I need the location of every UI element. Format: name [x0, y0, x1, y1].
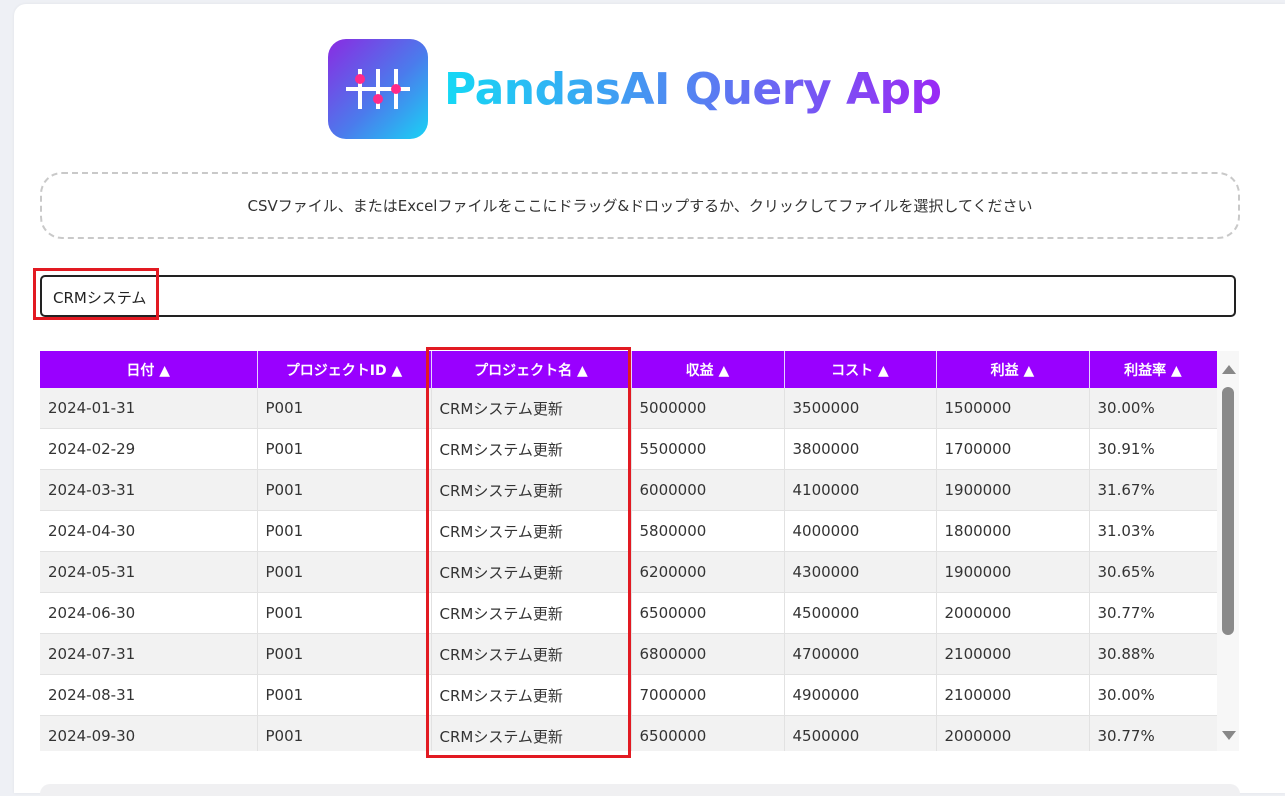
- table-cell: 2024-05-31: [40, 551, 258, 593]
- table-cell: 4500000: [784, 715, 937, 751]
- table-cell: 6800000: [631, 633, 785, 675]
- table-row[interactable]: 2024-06-30 P001 CRMシステム更新 6500000 4500000 200…: [40, 592, 1217, 634]
- table-cell: 1700000: [936, 428, 1090, 470]
- column-header[interactable]: 日付 ▲: [40, 351, 258, 388]
- table-body: 2024-01-31 P001 CRMシステム更新 5000000 3500000 150…: [40, 388, 1217, 751]
- table-header-row: 日付 ▲ プロジェクトID ▲ プロジェクト名 ▲ 収益 ▲ コスト ▲ 利益 ▲ 利益率 …: [40, 351, 1217, 388]
- table-cell: 6500000: [631, 592, 785, 634]
- table-cell: CRMシステム更新: [431, 551, 632, 593]
- table-cell: 2024-02-29: [40, 428, 258, 470]
- table-cell: 1900000: [936, 551, 1090, 593]
- table-row[interactable]: 2024-09-30 P001 CRMシステム更新 6500000 4500000 200…: [40, 715, 1217, 751]
- table-cell: P001: [257, 592, 432, 634]
- table-cell: 30.91%: [1089, 428, 1217, 470]
- table-cell: 4100000: [784, 469, 937, 511]
- table-cell: CRMシステム更新: [431, 510, 632, 552]
- table-cell: 31.67%: [1089, 469, 1217, 511]
- data-table: 日付 ▲ プロジェクトID ▲ プロジェクト名 ▲ 収益 ▲ コスト ▲ 利益 ▲ 利益率 …: [40, 351, 1217, 751]
- table-cell: CRMシステム更新: [431, 388, 632, 429]
- table-cell: 5500000: [631, 428, 785, 470]
- table-row[interactable]: 2024-07-31 P001 CRMシステム更新 6800000 4700000 210…: [40, 633, 1217, 675]
- table-cell: 30.00%: [1089, 388, 1217, 429]
- table-cell: P001: [257, 469, 432, 511]
- table-cell: 6200000: [631, 551, 785, 593]
- table-cell: CRMシステム更新: [431, 633, 632, 675]
- table-cell: CRMシステム更新: [431, 674, 632, 716]
- table-row[interactable]: 2024-02-29 P001 CRMシステム更新 5500000 3800000 170…: [40, 428, 1217, 470]
- scroll-down-icon[interactable]: [1222, 731, 1236, 740]
- table-cell: 4300000: [784, 551, 937, 593]
- table-cell: 31.03%: [1089, 510, 1217, 552]
- table-cell: 30.65%: [1089, 551, 1217, 593]
- column-header[interactable]: コスト ▲: [784, 351, 937, 388]
- table-cell: 4900000: [784, 674, 937, 716]
- table-cell: 3800000: [784, 428, 937, 470]
- table-cell: 4700000: [784, 633, 937, 675]
- table-cell: 5000000: [631, 388, 785, 429]
- column-header[interactable]: 収益 ▲: [631, 351, 785, 388]
- table-cell: 5800000: [631, 510, 785, 552]
- table-cell: 2100000: [936, 674, 1090, 716]
- app-header: PandasAI Query App: [328, 39, 942, 139]
- table-cell: P001: [257, 428, 432, 470]
- table-cell: 2024-04-30: [40, 510, 258, 552]
- table-cell: 6500000: [631, 715, 785, 751]
- dropzone-text: CSVファイル、またはExcelファイルをここにドラッグ&ドロップするか、クリッ…: [247, 197, 1033, 215]
- column-header[interactable]: 利益 ▲: [936, 351, 1090, 388]
- scroll-up-icon[interactable]: [1222, 365, 1236, 374]
- table-cell: 6000000: [631, 469, 785, 511]
- search-field[interactable]: [40, 275, 1236, 317]
- table-row[interactable]: 2024-08-31 P001 CRMシステム更新 7000000 4900000 210…: [40, 674, 1217, 716]
- table-cell: 30.00%: [1089, 674, 1217, 716]
- table-row[interactable]: 2024-01-31 P001 CRMシステム更新 5000000 3500000 150…: [40, 388, 1217, 429]
- table-cell: 1500000: [936, 388, 1090, 429]
- table-cell: CRMシステム更新: [431, 592, 632, 634]
- table-cell: 4500000: [784, 592, 937, 634]
- app-title: PandasAI Query App: [444, 63, 942, 115]
- table-cell: P001: [257, 551, 432, 593]
- table-row[interactable]: 2024-04-30 P001 CRMシステム更新 5800000 4000000 180…: [40, 510, 1217, 552]
- table-cell: 2100000: [936, 633, 1090, 675]
- scroll-thumb[interactable]: [1222, 387, 1234, 635]
- table-row[interactable]: 2024-05-31 P001 CRMシステム更新 6200000 4300000 190…: [40, 551, 1217, 593]
- table-cell: 30.77%: [1089, 592, 1217, 634]
- column-header[interactable]: 利益率 ▲: [1089, 351, 1217, 388]
- bottom-panel: [40, 784, 1240, 796]
- table-cell: 30.77%: [1089, 715, 1217, 751]
- table-cell: 1900000: [936, 469, 1090, 511]
- search-input[interactable]: [51, 277, 1225, 317]
- column-header[interactable]: プロジェクト名 ▲: [431, 351, 632, 388]
- table-scrollbar[interactable]: [1217, 351, 1239, 751]
- table-cell: P001: [257, 510, 432, 552]
- sliders-icon: [328, 39, 428, 139]
- table-cell: 7000000: [631, 674, 785, 716]
- table-cell: P001: [257, 388, 432, 429]
- table-row[interactable]: 2024-03-31 P001 CRMシステム更新 6000000 4100000 190…: [40, 469, 1217, 511]
- table-cell: 2024-03-31: [40, 469, 258, 511]
- table-cell: CRMシステム更新: [431, 469, 632, 511]
- data-table-container: 日付 ▲ プロジェクトID ▲ プロジェクト名 ▲ 収益 ▲ コスト ▲ 利益 ▲ 利益率 …: [40, 351, 1217, 751]
- table-cell: 2000000: [936, 715, 1090, 751]
- column-header[interactable]: プロジェクトID ▲: [257, 351, 432, 388]
- table-cell: 2024-06-30: [40, 592, 258, 634]
- table-cell: 4000000: [784, 510, 937, 552]
- file-dropzone[interactable]: CSVファイル、またはExcelファイルをここにドラッグ&ドロップするか、クリッ…: [40, 172, 1240, 239]
- table-cell: 3500000: [784, 388, 937, 429]
- table-cell: 2024-08-31: [40, 674, 258, 716]
- table-cell: CRMシステム更新: [431, 715, 632, 751]
- table-cell: 2024-09-30: [40, 715, 258, 751]
- table-cell: 2024-07-31: [40, 633, 258, 675]
- table-cell: 2024-01-31: [40, 388, 258, 429]
- table-cell: 30.88%: [1089, 633, 1217, 675]
- table-cell: P001: [257, 674, 432, 716]
- table-cell: P001: [257, 633, 432, 675]
- table-cell: CRMシステム更新: [431, 428, 632, 470]
- table-cell: 2000000: [936, 592, 1090, 634]
- table-cell: 1800000: [936, 510, 1090, 552]
- table-cell: P001: [257, 715, 432, 751]
